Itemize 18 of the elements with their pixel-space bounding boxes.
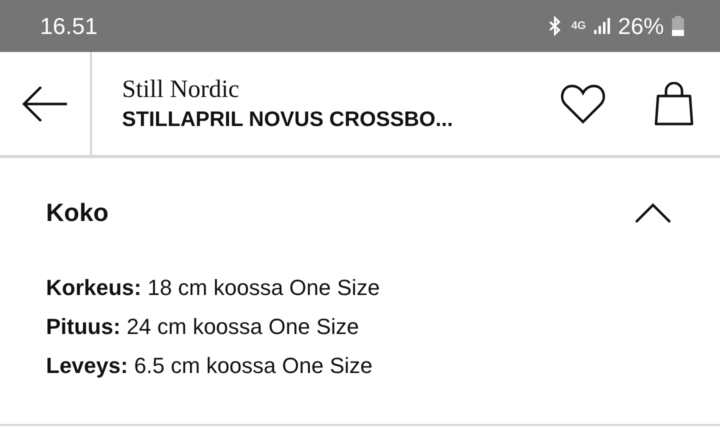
network-type: 4G [571,20,586,32]
back-arrow-icon [22,84,68,122]
battery-percentage: 26% [618,12,664,40]
favorite-button[interactable] [560,84,606,124]
chevron-icon [634,202,672,224]
heart-icon [560,84,606,124]
size-detail: Korkeus: 18 cm koossa One Size [46,274,381,302]
product-title: STILLAPRIL NOVUS CROSSBO... [122,108,454,132]
shopping-bag-icon [654,82,694,126]
cart-button[interactable] [654,82,694,126]
signal-icon [594,18,610,34]
collapse-button[interactable] [634,202,672,224]
battery-icon [672,16,684,36]
size-detail: Leveys: 6.5 cm koossa One Size [46,352,374,380]
section-title: Koko [46,198,108,228]
time: 16.51 [40,12,98,40]
brand-name: Still Nordic [122,76,240,104]
size-detail: Pituus: 24 cm koossa One Size [46,313,360,341]
